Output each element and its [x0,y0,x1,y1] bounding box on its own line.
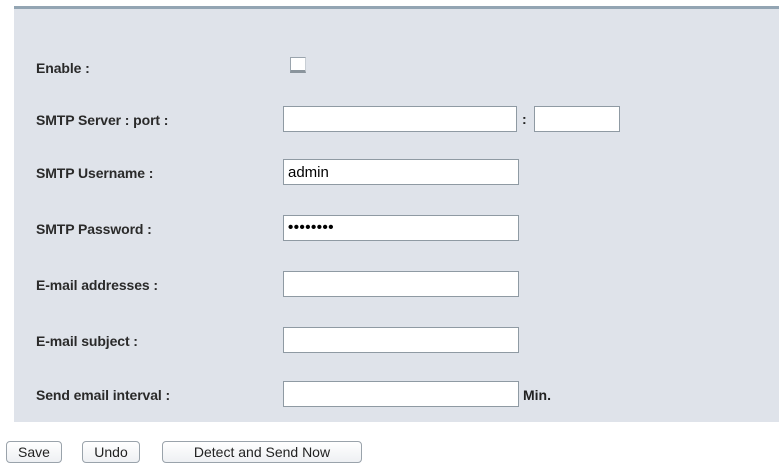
enable-checkbox[interactable] [290,57,306,73]
email-settings-panel: Enable : SMTP Server : port : : SMTP Use… [14,6,779,422]
email-subject-row: E-mail subject : [14,326,779,356]
smtp-password-label: SMTP Password : [36,221,152,237]
enable-label: Enable : [36,60,90,76]
smtp-server-row: SMTP Server : port : : [14,105,779,135]
port-separator: : [522,111,527,127]
smtp-password-row: SMTP Password : •••••••• [14,214,779,244]
smtp-username-row: SMTP Username : [14,158,779,188]
enable-row: Enable : [14,53,779,83]
interval-unit-label: Min. [523,387,551,403]
email-subject-label: E-mail subject : [36,333,138,349]
email-subject-input[interactable] [283,327,519,353]
undo-button[interactable]: Undo [82,441,140,463]
smtp-server-label: SMTP Server : port : [36,112,169,128]
smtp-password-input[interactable]: •••••••• [283,215,519,241]
send-interval-input[interactable] [283,381,519,407]
smtp-username-label: SMTP Username : [36,165,154,181]
send-interval-label: Send email interval : [36,387,171,403]
detect-and-send-button[interactable]: Detect and Send Now [162,441,362,463]
email-addresses-label: E-mail addresses : [36,277,158,293]
email-addresses-input[interactable] [283,271,519,297]
smtp-username-input[interactable] [283,159,519,185]
send-interval-row: Send email interval : Min. [14,380,779,410]
smtp-port-input[interactable] [534,106,620,132]
smtp-server-input[interactable] [283,106,517,132]
email-addresses-row: E-mail addresses : [14,270,779,300]
save-button[interactable]: Save [6,441,62,463]
